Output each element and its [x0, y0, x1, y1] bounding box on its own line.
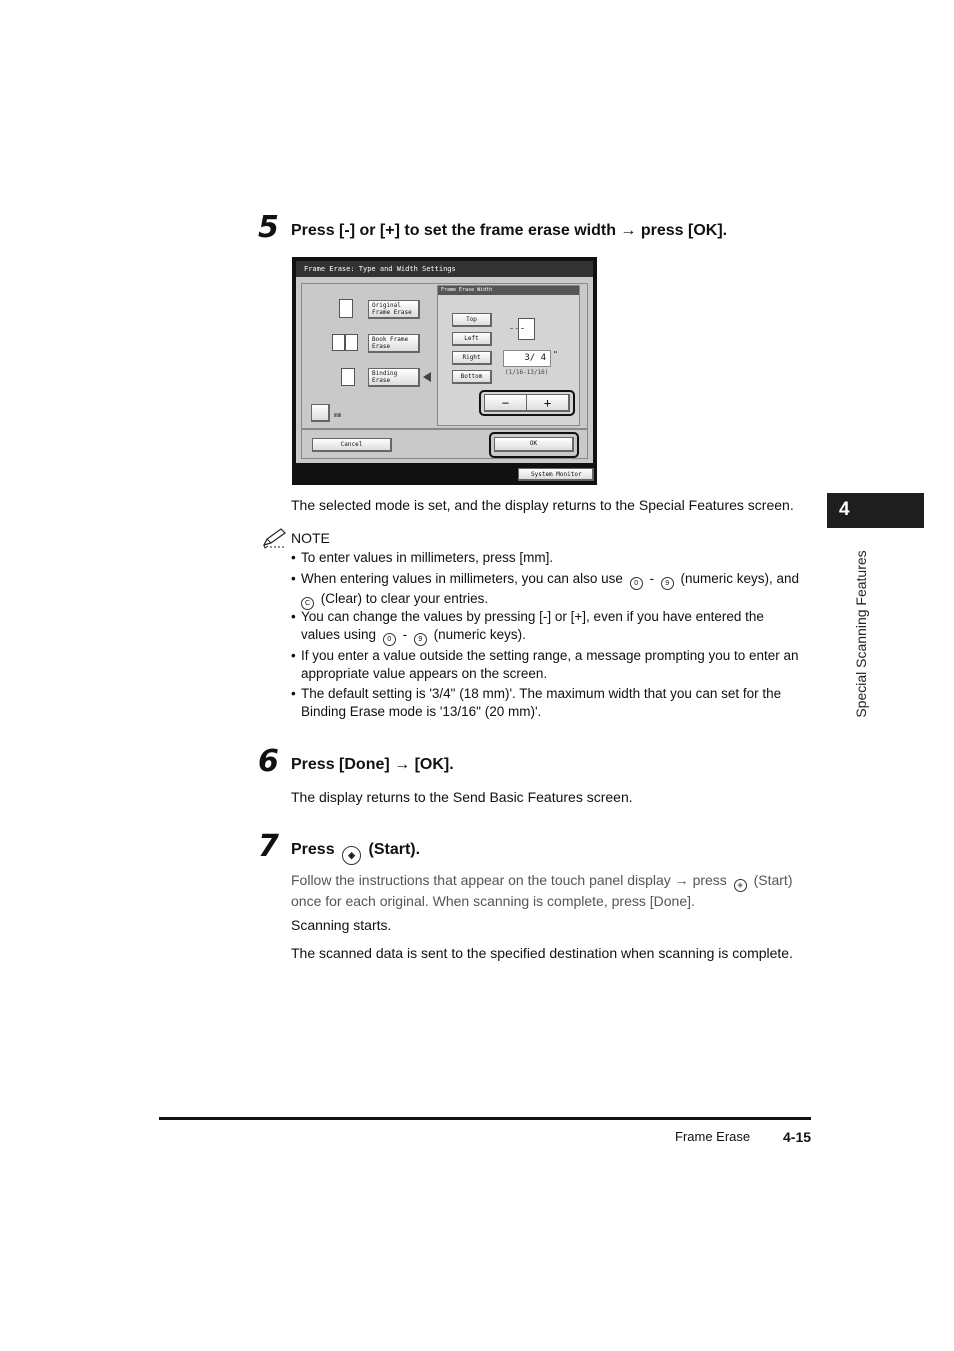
page-diagram-icon — [518, 318, 535, 340]
status-bar: System Monitor — [296, 465, 594, 483]
top-button[interactable]: Top — [452, 313, 492, 327]
system-monitor-button[interactable]: System Monitor — [518, 468, 594, 481]
cancel-button[interactable]: Cancel — [312, 438, 392, 452]
binding-erase-button[interactable]: Binding Erase — [368, 368, 420, 387]
start-key-icon: ◈ — [342, 846, 362, 865]
right-button[interactable]: Right — [452, 351, 492, 365]
touch-panel-screenshot: Frame Erase: Type and Width Settings Ori… — [292, 257, 597, 485]
note-bullet-5: The default setting is '3/4" (18 mm)'. T… — [291, 685, 816, 721]
book-frame-icon — [332, 334, 345, 351]
note-text: - — [402, 627, 408, 642]
note-text: If you enter a value outside the setting… — [301, 648, 799, 663]
frame-erase-width-box: Frame Erase Width Top Left Right Bottom … — [437, 285, 580, 426]
chapter-tab: 4 — [827, 493, 924, 528]
instruction-text: once for each original. When scanning is… — [291, 893, 695, 909]
width-title: Frame Erase Width — [438, 286, 579, 295]
step-number: 5 — [258, 210, 279, 245]
step6-result: The display returns to the Send Basic Fe… — [291, 789, 633, 805]
pencil-note-icon — [262, 528, 286, 549]
mm-button[interactable] — [311, 404, 330, 422]
note-text: You can change the values by pressing [-… — [301, 609, 764, 624]
step-title-text: Press — [291, 841, 335, 858]
step-number: 6 — [258, 744, 279, 779]
note-bullet-2: When entering values in millimeters, you… — [291, 570, 816, 610]
note-label: NOTE — [291, 530, 330, 546]
key-0-icon: 0 — [382, 633, 396, 646]
original-frame-erase-button[interactable]: Original Frame Erase — [368, 300, 420, 319]
note-text: When entering values in millimeters, you… — [301, 571, 623, 586]
width-value-display: 3/ 4 — [503, 350, 551, 367]
book-frame-icon-right — [345, 334, 358, 351]
note-text: To enter values in millimeters, press [m… — [301, 550, 554, 565]
screen-title: Frame Erase: Type and Width Settings — [296, 261, 593, 277]
step-number: 7 — [258, 829, 279, 864]
erase-type-area: Original Frame Erase Book Frame Erase Bi… — [301, 283, 588, 429]
step5-result: The selected mode is set, and the displa… — [291, 497, 794, 513]
note-text: - — [649, 571, 654, 586]
note-text: Binding Erase mode is '13/16" (20 mm)'. — [301, 704, 542, 719]
start-key-icon: ◈ — [733, 879, 747, 892]
note-text: appropriate value appears on the screen. — [301, 666, 548, 681]
key-0-icon: 0 — [629, 577, 643, 590]
instruction-text: Follow the instructions that appear on t… — [291, 872, 727, 888]
mm-label: mm — [334, 412, 342, 419]
note-bullet-4: If you enter a value outside the setting… — [291, 647, 816, 683]
step7-scanning-starts: Scanning starts. — [291, 917, 392, 933]
step-title: Press [Done] → [OK]. — [291, 756, 454, 773]
width-guide-line — [510, 328, 524, 329]
key-9-icon: 9 — [660, 577, 674, 590]
step-title: Press ◈ (Start). — [291, 841, 420, 865]
bottom-action-area: Cancel OK — [301, 429, 588, 459]
side-section-label: Special Scanning Features — [853, 550, 869, 718]
note-text: (numeric keys), and — [680, 571, 800, 586]
chapter-number: 4 — [839, 499, 850, 520]
key-9-icon: 9 — [413, 633, 427, 646]
note-text: (Clear) to clear your entries. — [320, 591, 489, 606]
step-title: Press [-] or [+] to set the frame erase … — [291, 222, 728, 239]
plus-button[interactable]: + — [526, 394, 570, 412]
binding-erase-icon — [341, 368, 355, 386]
left-button[interactable]: Left — [452, 332, 492, 346]
book-frame-erase-button[interactable]: Book Frame Erase — [368, 334, 420, 353]
ok-button[interactable]: OK — [494, 437, 574, 452]
range-label: (1/16-13/16) — [505, 369, 549, 376]
note-text: The default setting is '3/4" (18 mm)'. T… — [301, 686, 782, 701]
step7-instructions: Follow the instructions that appear on t… — [291, 871, 811, 910]
original-frame-icon — [339, 299, 353, 318]
note-bullet-3: You can change the values by pressing [-… — [291, 608, 816, 646]
step-title-text: (Start). — [368, 841, 421, 858]
screen-panel: Original Frame Erase Book Frame Erase Bi… — [296, 277, 593, 463]
instruction-text: (Start) — [753, 872, 793, 888]
step7-scanned-data: The scanned data is sent to the specifie… — [291, 945, 793, 961]
bottom-button[interactable]: Bottom — [452, 370, 492, 384]
selected-arrow-icon — [423, 372, 431, 382]
note-bullet-1: To enter values in millimeters, press [m… — [291, 549, 816, 567]
unit-label: " — [553, 350, 558, 359]
minus-button[interactable]: − — [484, 394, 528, 412]
footer-page-number: 4-15 — [783, 1129, 812, 1145]
footer-rule — [159, 1117, 811, 1120]
footer-section-name: Frame Erase — [675, 1129, 751, 1144]
note-text: (numeric keys). — [433, 627, 526, 642]
note-text: values using — [301, 627, 377, 642]
